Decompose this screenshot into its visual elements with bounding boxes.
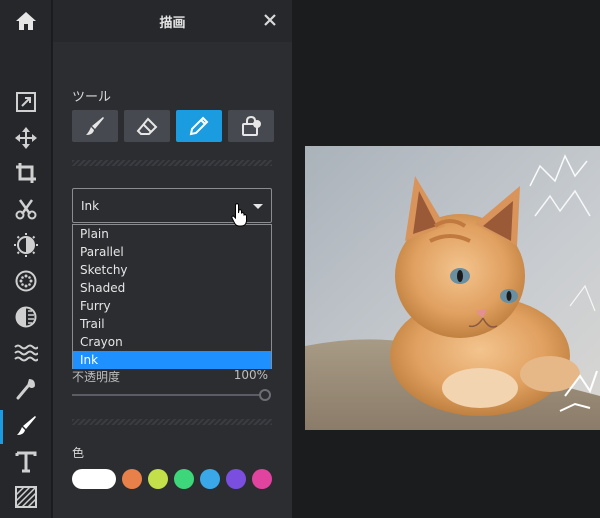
filter-button[interactable] xyxy=(0,263,52,299)
sub-tool-row xyxy=(72,110,274,142)
section-divider xyxy=(72,160,272,166)
brush-type-value: Ink xyxy=(81,199,100,213)
brush-option-furry[interactable]: Furry xyxy=(73,297,271,315)
color-swatch[interactable] xyxy=(226,469,246,489)
move-button[interactable] xyxy=(0,120,52,156)
adjust-icon xyxy=(14,233,38,257)
color-swatch-row xyxy=(72,469,272,489)
tools-label: ツール xyxy=(72,90,112,105)
texture-button[interactable] xyxy=(0,479,52,515)
brush-option-sketchy[interactable]: Sketchy xyxy=(73,261,271,279)
cut-icon xyxy=(15,199,37,220)
opacity-label: 不透明度 xyxy=(72,370,121,384)
image-canvas[interactable] xyxy=(305,146,600,430)
opacity-value: 100% xyxy=(233,368,268,382)
fill-tool-button[interactable] xyxy=(228,110,274,142)
fill-bucket-icon xyxy=(242,116,261,136)
color-swatch[interactable] xyxy=(174,469,194,489)
editor-app: 描画 ツール Ink 不透明度 100% Plain Parallel Sket… xyxy=(0,0,600,518)
brush-type-dropdown: Plain Parallel Sketchy Shaded Furry Trail Cray… xyxy=(72,224,272,369)
export-button[interactable] xyxy=(0,84,52,120)
pen-tool-button[interactable] xyxy=(176,110,222,142)
pen-icon xyxy=(189,116,209,136)
chevron-down-icon xyxy=(253,204,263,209)
opacity-slider-thumb[interactable] xyxy=(259,389,271,401)
cut-button[interactable] xyxy=(0,191,52,227)
brush-option-shaded[interactable]: Shaded xyxy=(73,279,271,297)
liquify-icon xyxy=(14,344,38,362)
eraser-tool-button[interactable] xyxy=(124,110,170,142)
liquify-button[interactable] xyxy=(0,335,52,371)
eraser-icon xyxy=(136,117,158,135)
home-button[interactable] xyxy=(0,3,52,39)
brush-option-parallel[interactable]: Parallel xyxy=(73,243,271,261)
text-icon xyxy=(15,451,37,473)
draw-button[interactable] xyxy=(0,408,52,444)
color-swatch[interactable] xyxy=(122,469,142,489)
brush-option-trail[interactable]: Trail xyxy=(73,315,271,333)
retouch-icon xyxy=(16,379,35,400)
export-icon xyxy=(16,92,36,112)
hand-cursor-icon xyxy=(231,203,249,231)
brush-tool-button[interactable] xyxy=(72,110,118,142)
color-swatch[interactable] xyxy=(200,469,220,489)
retouch-button[interactable] xyxy=(0,371,52,407)
panel-title: 描画 xyxy=(159,16,186,31)
draw-panel: 描画 ツール Ink 不透明度 100% Plain Parallel Sket… xyxy=(53,0,292,518)
left-toolbar xyxy=(0,0,52,518)
home-icon xyxy=(16,12,36,30)
draw-icon xyxy=(17,416,36,435)
color-swatch[interactable] xyxy=(72,469,116,489)
brush-option-crayon[interactable]: Crayon xyxy=(73,333,271,351)
opacity-slider-track[interactable] xyxy=(72,394,260,396)
brush-option-ink[interactable]: Ink xyxy=(73,351,271,369)
color-swatch[interactable] xyxy=(148,469,168,489)
texture-icon xyxy=(15,486,37,508)
color-swatch[interactable] xyxy=(252,469,272,489)
section-divider xyxy=(72,419,272,425)
close-button[interactable] xyxy=(262,12,278,28)
close-icon xyxy=(264,14,276,26)
panel-header: 描画 xyxy=(53,0,292,42)
filter-icon xyxy=(15,270,37,292)
crop-button[interactable] xyxy=(0,155,52,191)
overlay-icon xyxy=(15,306,37,328)
crop-icon xyxy=(16,163,36,183)
adjust-button[interactable] xyxy=(0,227,52,263)
move-icon xyxy=(15,127,37,149)
brush-icon xyxy=(86,117,104,135)
overlay-button[interactable] xyxy=(0,299,52,335)
color-label: 色 xyxy=(72,446,85,460)
text-button[interactable] xyxy=(0,444,52,480)
kitten-photo xyxy=(305,146,600,430)
